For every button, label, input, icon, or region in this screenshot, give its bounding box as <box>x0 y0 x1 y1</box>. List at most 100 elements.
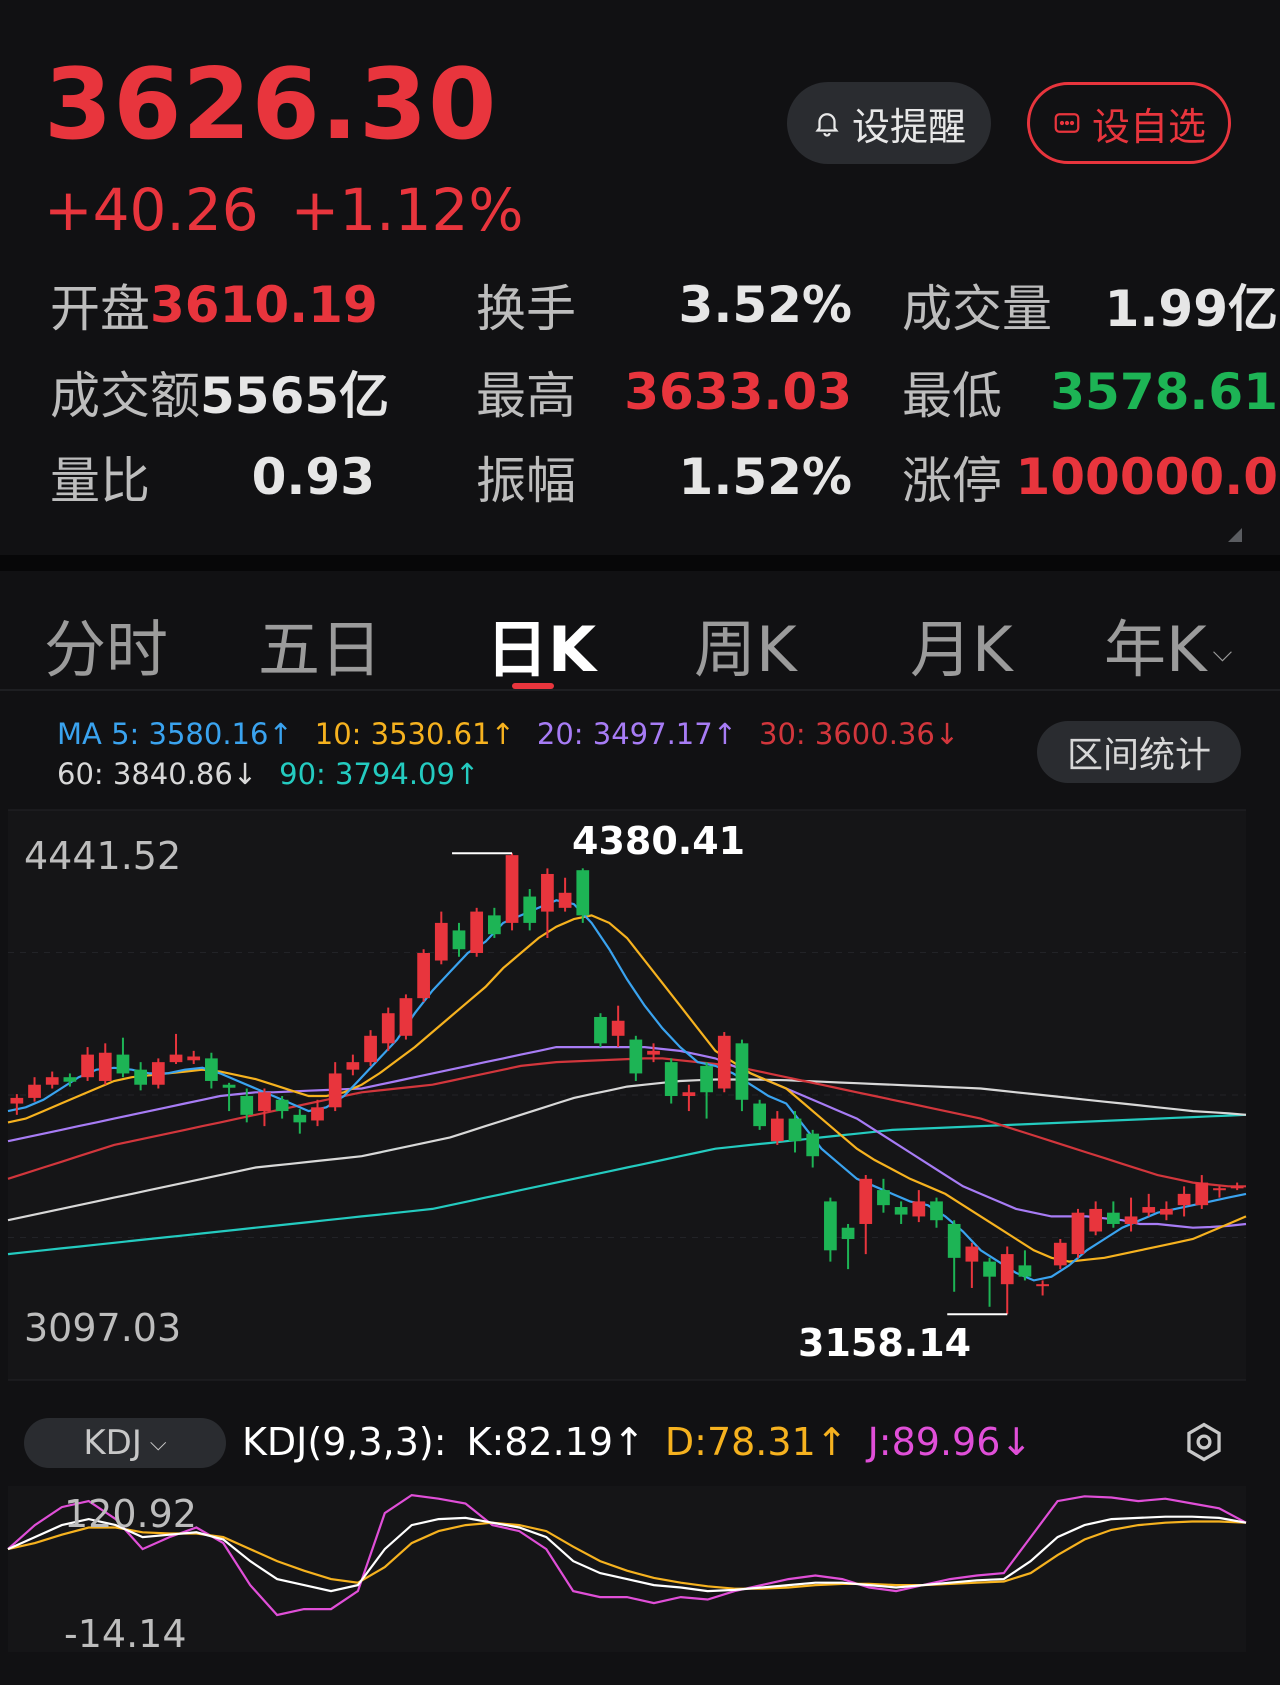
kdj-d-value: D:78.31↑ <box>664 1420 848 1464</box>
stat-open: 开盘 3610.19 <box>50 276 378 338</box>
candle-body <box>523 896 537 923</box>
candle-body <box>930 1201 943 1221</box>
candle <box>717 1032 731 1093</box>
set-alert-button[interactable]: 设提醒 <box>787 82 991 164</box>
candle-body <box>151 1062 165 1085</box>
candle-body <box>841 1227 855 1240</box>
candle-body <box>700 1065 713 1093</box>
expand-corner-icon[interactable] <box>1228 528 1242 542</box>
indicator-bar: KDJ ⌵ KDJ(9,3,3): K:82.19↑ D:78.31↑ J:89.96↓ <box>0 1398 1280 1492</box>
stat-volume: 成交量 1.99亿 <box>902 280 1278 338</box>
candle-body <box>753 1103 767 1127</box>
candle-body <box>983 1261 996 1277</box>
candle-body <box>505 855 519 923</box>
candle-body <box>788 1118 802 1142</box>
candle-body <box>647 1050 660 1055</box>
candle-body <box>293 1114 307 1123</box>
candle <box>1053 1239 1067 1270</box>
candle <box>470 907 484 957</box>
candle-body <box>45 1077 59 1085</box>
candle <box>1071 1208 1085 1258</box>
active-tab-indicator <box>512 683 554 689</box>
candle-body <box>98 1052 112 1081</box>
candle-body <box>1071 1212 1085 1255</box>
bell-icon <box>815 113 839 137</box>
candle-body <box>1160 1208 1173 1215</box>
candle <box>417 949 430 1002</box>
watchlist-icon <box>1054 113 1080 133</box>
candle-body <box>10 1097 24 1104</box>
current-price: 3626.30 <box>44 48 498 162</box>
kdj-j-value: J:89.96↓ <box>867 1420 1033 1464</box>
ma30-value: 30: 3600.36↓ <box>759 717 960 751</box>
stat-volume-ratio: 量比 0.93 <box>50 448 375 510</box>
tab-yearly-k[interactable]: 年K ⌵ <box>1104 599 1232 689</box>
kdj-k-value: K:82.19↑ <box>466 1420 645 1464</box>
add-watchlist-button[interactable]: 设自选 <box>1027 82 1231 164</box>
candle-body <box>1000 1254 1014 1285</box>
stat-high: 最高 3633.03 <box>476 363 852 425</box>
candle-body <box>859 1178 873 1224</box>
tab-five-day[interactable]: 五日 <box>258 599 382 689</box>
candle-body <box>611 1020 625 1036</box>
candle-body <box>1018 1265 1032 1277</box>
candle-body <box>1106 1212 1120 1224</box>
range-stats-button[interactable]: 区间统计 <box>1037 721 1241 783</box>
quote-panel: 3626.30 +40.26 +1.12% 设提醒 设自选 开盘 3610.19 换… <box>0 0 1280 555</box>
candle-body <box>346 1062 360 1070</box>
stat-turnover: 换手 3.52% <box>476 276 852 338</box>
section-divider <box>0 555 1280 571</box>
ma5-value: MA 5: 3580.16↑ <box>57 717 293 751</box>
candle-body <box>735 1043 749 1100</box>
candle-body <box>81 1054 94 1078</box>
candle-body <box>1195 1182 1209 1206</box>
candle-body <box>328 1073 342 1108</box>
kline-chart[interactable] <box>0 800 1280 1390</box>
candle-body <box>240 1096 254 1115</box>
candle-body <box>222 1084 236 1088</box>
candle-body <box>1089 1208 1103 1232</box>
candle-body <box>594 1016 607 1044</box>
candle-body <box>576 870 590 916</box>
kline-y-max: 4441.52 <box>24 834 182 878</box>
candle <box>399 994 413 1040</box>
ma20-value: 20: 3497.17↑ <box>536 717 737 751</box>
price-change-pct: +1.12% <box>290 176 524 244</box>
indicator-selector-label: KDJ <box>83 1423 142 1463</box>
stat-amount: 成交额 5565亿 <box>50 367 390 425</box>
kdj-legend: KDJ(9,3,3): K:82.19↑ D:78.31↑ J:89.96↓ <box>242 1420 1052 1464</box>
add-watchlist-label: 设自选 <box>1091 104 1206 149</box>
candle-body <box>824 1201 837 1251</box>
candle-body <box>205 1058 218 1081</box>
set-alert-label: 设提醒 <box>851 104 966 149</box>
tab-daily-k[interactable]: 日K <box>486 599 596 689</box>
candle-body <box>1142 1207 1156 1213</box>
candle-body <box>965 1246 979 1262</box>
tab-weekly-k[interactable]: 周K <box>694 599 797 689</box>
tab-intraday[interactable]: 分时 <box>44 599 168 689</box>
candle-body <box>1213 1188 1226 1191</box>
ma-legend: MA 5: 3580.16↑ 10: 3530.61↑ 20: 3497.17↑ 30… <box>57 714 981 794</box>
candle <box>576 868 590 923</box>
candle-body <box>63 1077 77 1082</box>
settings-icon[interactable] <box>1182 1420 1226 1464</box>
candle-body <box>364 1035 377 1063</box>
chevron-down-icon: ⌵ <box>149 1430 167 1456</box>
ma60-value: 60: 3840.86↓ <box>57 757 258 791</box>
stat-low: 最低 3578.61 <box>902 363 1278 425</box>
candle-body <box>169 1054 183 1063</box>
kdj-y-max: 120.92 <box>64 1492 197 1536</box>
kdj-params: KDJ(9,3,3): <box>242 1420 447 1464</box>
candle-body <box>541 873 554 912</box>
period-tabs: 分时 五日 日K 周K 月K 年K ⌵ <box>0 571 1280 691</box>
candle-body <box>258 1092 271 1112</box>
indicator-selector[interactable]: KDJ ⌵ <box>24 1418 226 1468</box>
candle-body <box>1230 1186 1244 1189</box>
candle-body <box>717 1035 731 1089</box>
candle-body <box>434 922 448 961</box>
tab-yearly-k-label: 年K <box>1104 613 1207 686</box>
low-extreme-label: 3158.14 <box>798 1321 972 1365</box>
candle <box>151 1058 165 1089</box>
candle-body <box>894 1207 908 1215</box>
tab-monthly-k[interactable]: 月K <box>910 599 1013 689</box>
